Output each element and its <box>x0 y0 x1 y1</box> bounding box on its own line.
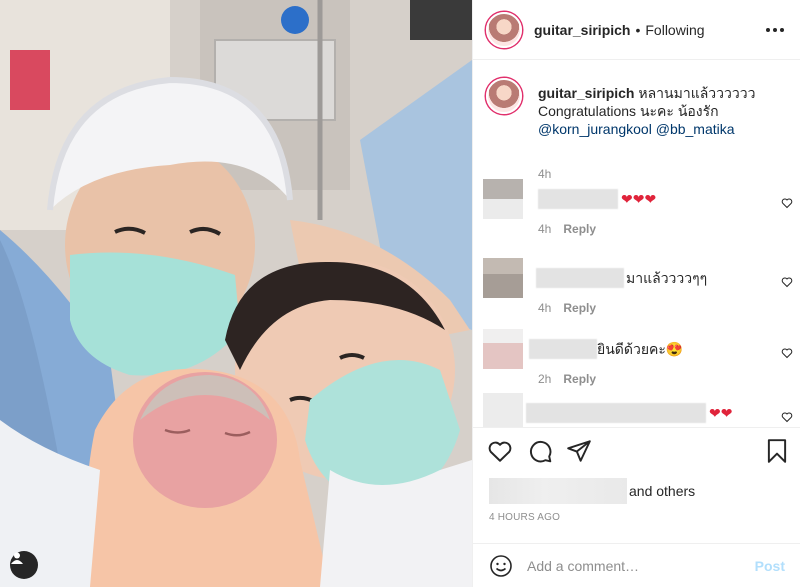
comment-text: ❤❤ <box>709 405 733 421</box>
comment-avatar[interactable] <box>483 393 523 427</box>
post-button[interactable]: Post <box>755 558 785 574</box>
more-options-icon[interactable] <box>766 22 784 38</box>
comment-row: ❤❤❤ 4h Reply <box>483 179 793 239</box>
comments-list[interactable]: guitar_siripich หลานมาแล้วววววว Congratu… <box>473 61 800 427</box>
caption-text: guitar_siripich หลานมาแล้วววววว Congratu… <box>538 78 786 138</box>
emoji-icon[interactable] <box>489 554 513 578</box>
blurred-username <box>526 403 706 423</box>
comment-like-icon[interactable] <box>781 411 793 423</box>
comment-like-icon[interactable] <box>781 347 793 359</box>
post-photo[interactable] <box>0 0 472 587</box>
comment-time[interactable]: 4h <box>538 301 551 315</box>
comment-row: ❤❤ <box>483 393 793 427</box>
following-button[interactable]: Following <box>645 22 704 38</box>
comment-input[interactable] <box>527 557 755 574</box>
caption-username[interactable]: guitar_siripich <box>538 85 634 101</box>
bookmark-icon[interactable] <box>764 438 790 464</box>
caption: guitar_siripich หลานมาแล้วววววว Congratu… <box>486 78 786 181</box>
mention-link[interactable]: @korn_jurangkool <box>538 121 652 137</box>
share-icon[interactable] <box>566 438 592 464</box>
comment-avatar[interactable] <box>483 179 523 219</box>
heart-icon[interactable] <box>487 438 513 464</box>
mention-link[interactable]: @bb_matika <box>656 121 735 137</box>
likes-summary[interactable]: and others <box>489 478 695 504</box>
comment-meta: 2h Reply <box>538 372 596 386</box>
blurred-username <box>536 268 624 288</box>
caption-line2: Congratulations นะคะ น้องรัก <box>538 103 719 119</box>
reply-button[interactable]: Reply <box>563 372 596 386</box>
comment-time[interactable]: 4h <box>538 222 551 236</box>
user-tag-icon[interactable] <box>10 551 38 579</box>
caption-avatar[interactable] <box>486 78 522 114</box>
avatar[interactable] <box>486 11 522 48</box>
comment-text: ยินดีด้วยคะ😍 <box>597 341 684 357</box>
comment-meta: 4h Reply <box>538 222 596 236</box>
comment-icon[interactable] <box>527 438 553 464</box>
comment-like-icon[interactable] <box>781 197 793 209</box>
posted-time[interactable]: 4 HOURS AGO <box>489 512 560 523</box>
comment-time[interactable]: 2h <box>538 372 551 386</box>
header-username[interactable]: guitar_siripich <box>534 22 630 38</box>
blurred-username <box>538 189 618 209</box>
comment-avatar[interactable] <box>483 329 523 369</box>
reply-button[interactable]: Reply <box>563 301 596 315</box>
comment-avatar[interactable] <box>483 258 523 298</box>
blurred-likers <box>489 478 627 504</box>
caption-line1: หลานมาแล้วววววว <box>638 85 756 101</box>
reply-button[interactable]: Reply <box>563 222 596 236</box>
separator-dot: • <box>635 21 641 38</box>
post-header: guitar_siripich • Following <box>473 0 800 60</box>
action-bar <box>473 427 800 475</box>
post-panel: guitar_siripich • Following guitar_sirip… <box>472 0 800 587</box>
comment-row: มาแล้ววววๆๆ 4h Reply <box>483 258 793 318</box>
add-comment-bar: Post <box>473 543 800 587</box>
comment-text: ❤❤❤ <box>621 191 657 207</box>
comment-meta: 4h Reply <box>538 301 596 315</box>
comment-row: ยินดีด้วยคะ😍 2h Reply <box>483 329 793 389</box>
photo-illustration <box>0 0 472 587</box>
comment-like-icon[interactable] <box>781 276 793 288</box>
likes-text[interactable]: and others <box>629 483 695 499</box>
blurred-username <box>529 339 597 359</box>
comment-text: มาแล้ววววๆๆ <box>626 270 708 286</box>
